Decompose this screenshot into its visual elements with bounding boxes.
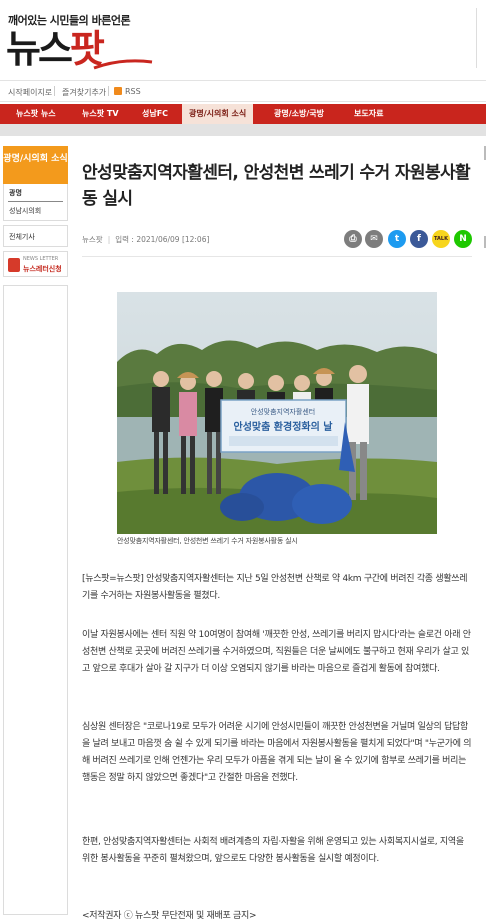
utility-bar: 시작페이지로 즐겨찾기추가 RSS xyxy=(0,80,486,102)
nav-item-local-council[interactable]: 광명/시의회 소식 xyxy=(182,104,254,124)
naver-icon[interactable]: N xyxy=(454,230,472,248)
article-date: 입력 : 2021/06/09 [12:06] xyxy=(115,235,210,244)
photo-caption: 안성맞춤지역자활센터, 안성천변 쓰레기 수거 자원봉사활동 실시 xyxy=(117,537,298,545)
newsletter-banner[interactable]: NEWS LETTER 뉴스레터신청 xyxy=(3,251,68,277)
article-source[interactable]: 뉴스팟 xyxy=(82,235,103,244)
sidebar-item-gwangmyeong[interactable]: 광명 xyxy=(8,184,63,202)
newsletter-icon xyxy=(8,258,20,272)
article-photo: 안성맞춤지역자활센터 안성맞춤 환경정화의 날 xyxy=(117,292,437,534)
sidebar-menu: 광명 성남시의회 xyxy=(3,184,68,221)
article-paragraph: [뉴스팟=뉴스팟] 안성맞춤지역자활센터는 지난 5일 안성천변 산책로 약 4… xyxy=(82,574,468,601)
util-rss-link[interactable]: RSS xyxy=(114,87,141,96)
site-header: 깨어있는 시민들의 바른언론 뉴스팟 xyxy=(0,0,486,80)
nav-item-tv[interactable]: 뉴스팟 TV xyxy=(82,104,119,124)
article-paragraph: 한편, 안성맞춤지역자활센터는 사회적 배려계층의 자립·자활을 위해 운영되고… xyxy=(82,837,464,864)
newsletter-small-label: NEWS LETTER xyxy=(23,256,59,262)
email-icon[interactable]: ✉ xyxy=(365,230,383,248)
newsletter-label: 뉴스레터신청 xyxy=(23,265,62,273)
kakaotalk-icon[interactable]: TALK xyxy=(432,230,450,248)
main-nav: 뉴스팟 뉴스 뉴스팟 TV 성남FC 광명/시의회 소식 광명/소방/국방 보도… xyxy=(0,104,486,124)
sidebar-all-articles[interactable]: 전체기사 xyxy=(3,225,68,247)
sidebar-heading: 광명/시의회 소식 xyxy=(3,146,68,184)
article-title: 안성맞춤지역자활센터, 안성천변 쓰레기 수거 자원봉사활동 실시 xyxy=(82,163,471,209)
nav-item-press[interactable]: 보도자료 xyxy=(354,104,383,124)
logo-main-text: 뉴스 xyxy=(6,27,73,71)
nav-item-seongnam-fc[interactable]: 성남FC xyxy=(142,104,168,124)
banner-line2: 안성맞춤 환경정화의 날 xyxy=(234,420,334,433)
sidebar: 광명/시의회 소식 광명 성남시의회 전체기사 NEWS LETTER 뉴스레터… xyxy=(3,146,68,915)
article-meta: 뉴스팟 | 입력 : 2021/06/09 [12:06] xyxy=(82,235,210,244)
rss-icon xyxy=(114,87,122,95)
nav-submenu-bar xyxy=(0,124,486,136)
sidebar-empty-panel xyxy=(3,285,68,915)
site-logo[interactable]: 뉴스팟 xyxy=(6,26,105,72)
article-divider xyxy=(82,256,472,257)
twitter-icon[interactable]: t xyxy=(388,230,406,248)
article-paragraph: 이날 자원봉사에는 센터 직원 약 10여명이 참여해 '깨끗한 안성, 쓰레기… xyxy=(82,630,471,674)
util-separator xyxy=(108,86,109,96)
header-divider xyxy=(476,8,477,68)
logo-swoosh-icon xyxy=(93,59,153,70)
copyright-notice: <저작권자 ⓒ 뉴스팟 무단전재 및 재배포 금지> xyxy=(82,911,257,921)
article-paragraph: 심상원 센터장은 "코로나19로 모두가 어려운 시기에 안성시민들이 깨끗한 … xyxy=(82,722,472,783)
nav-item-fire-defense[interactable]: 광명/소방/국방 xyxy=(274,104,324,124)
util-bookmark-link[interactable]: 즐겨찾기추가 xyxy=(62,87,106,98)
util-home-link[interactable]: 시작페이지로 xyxy=(8,87,52,98)
facebook-icon[interactable]: f xyxy=(410,230,428,248)
sidebar-item-council[interactable]: 성남시의회 xyxy=(4,202,67,220)
banner-line1: 안성맞춤지역자활센터 xyxy=(251,407,315,416)
rss-label: RSS xyxy=(125,87,141,96)
nav-item-news[interactable]: 뉴스팟 뉴스 xyxy=(16,104,56,124)
print-icon[interactable]: ⎙ xyxy=(344,230,362,248)
util-separator xyxy=(54,86,55,96)
